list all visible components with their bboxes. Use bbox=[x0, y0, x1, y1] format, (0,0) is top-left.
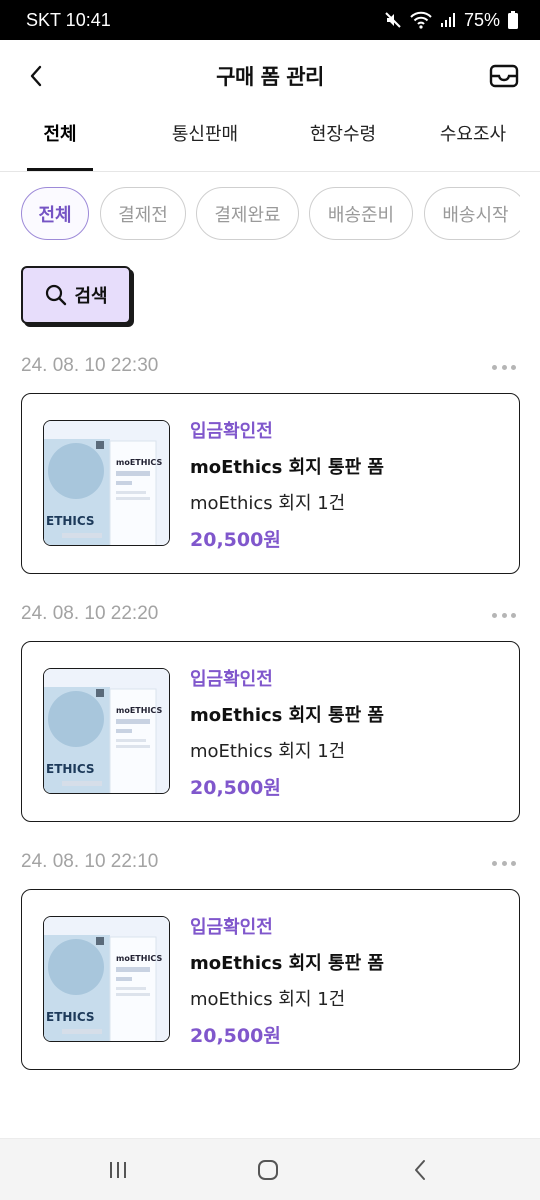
page-title: 구매 폼 관리 bbox=[216, 65, 324, 89]
order-status: 입금확인전 bbox=[190, 421, 273, 442]
chip-label: 전체 bbox=[38, 204, 72, 226]
tab-demand-survey[interactable]: 수요조사 bbox=[428, 120, 518, 170]
svg-text:moETHICS: moETHICS bbox=[116, 458, 162, 467]
chip-label: 결제완료 bbox=[214, 204, 281, 226]
recent-apps-button[interactable] bbox=[98, 1153, 138, 1187]
order-price: 20,500원 bbox=[190, 1025, 281, 1047]
back-button[interactable] bbox=[18, 56, 54, 96]
book-cover-image: moETHICS ETHICS bbox=[43, 668, 170, 794]
more-options-button[interactable] bbox=[492, 357, 516, 377]
svg-text:moETHICS: moETHICS bbox=[116, 706, 162, 715]
tab-mail-order[interactable]: 통신판매 bbox=[150, 120, 260, 170]
tab-active-indicator bbox=[27, 168, 93, 171]
svg-text:ETHICS: ETHICS bbox=[46, 1010, 95, 1024]
more-horizontal-icon bbox=[492, 860, 497, 866]
chevron-left-icon bbox=[30, 65, 42, 87]
tab-onsite-pickup[interactable]: 현장수령 bbox=[288, 120, 398, 170]
order-status: 입금확인전 bbox=[190, 669, 273, 690]
home-icon bbox=[258, 1160, 278, 1180]
tab-label: 전체 bbox=[43, 124, 77, 145]
status-bar: SKT 10:41 75% bbox=[0, 0, 540, 40]
inbox-icon bbox=[489, 64, 519, 88]
chip-label: 배송시작 bbox=[442, 204, 509, 226]
filter-chip-shipping-started[interactable]: 배송시작 bbox=[424, 187, 520, 240]
order-timestamp: 24. 08. 10 22:30 bbox=[21, 355, 159, 376]
order-timestamp: 24. 08. 10 22:10 bbox=[21, 851, 159, 872]
tab-label: 통신판매 bbox=[171, 124, 239, 145]
filter-chips: 전체 결제전 결제완료 배송준비 배송시작 bbox=[21, 187, 520, 241]
tab-all[interactable]: 전체 bbox=[27, 120, 93, 171]
status-carrier-time: SKT 10:41 bbox=[26, 9, 111, 30]
search-label: 검색 bbox=[74, 286, 108, 307]
battery-percent: 75% bbox=[463, 9, 500, 30]
book-cover-image: moETHICS ETHICS bbox=[43, 916, 170, 1042]
order-details: 입금확인전 moEthics 회지 통판 폼 moEthics 회지 1건 20… bbox=[190, 414, 384, 558]
order-price: 20,500원 bbox=[190, 777, 281, 799]
svg-text:ETHICS: ETHICS bbox=[46, 762, 95, 776]
order-price: 20,500원 bbox=[190, 529, 281, 551]
order-group: 24. 08. 10 22:20 moETHICS ETHICS 입금확인전 m… bbox=[21, 599, 520, 822]
system-nav-bar bbox=[0, 1138, 540, 1200]
inbox-button[interactable] bbox=[484, 56, 524, 96]
tab-label: 현장수령 bbox=[309, 124, 377, 145]
more-horizontal-icon bbox=[492, 364, 497, 370]
chip-label: 결제전 bbox=[118, 204, 168, 226]
system-back-button[interactable] bbox=[400, 1153, 440, 1187]
order-details: 입금확인전 moEthics 회지 통판 폼 moEthics 회지 1건 20… bbox=[190, 662, 384, 806]
filter-chip-all[interactable]: 전체 bbox=[21, 187, 89, 240]
order-item: moEthics 회지 1건 bbox=[190, 989, 346, 1010]
filter-chip-payment-complete[interactable]: 결제완료 bbox=[196, 187, 299, 240]
order-card[interactable]: moETHICS ETHICS 입금확인전 moEthics 회지 통판 폼 m… bbox=[21, 393, 520, 574]
home-button[interactable] bbox=[248, 1153, 288, 1187]
tab-label: 수요조사 bbox=[439, 124, 507, 145]
recent-apps-icon bbox=[110, 1162, 126, 1178]
svg-text:moETHICS: moETHICS bbox=[116, 954, 162, 963]
order-card[interactable]: moETHICS ETHICS 입금확인전 moEthics 회지 통판 폼 m… bbox=[21, 641, 520, 822]
order-card[interactable]: moETHICS ETHICS 입금확인전 moEthics 회지 통판 폼 m… bbox=[21, 889, 520, 1070]
filter-chip-preparing-shipment[interactable]: 배송준비 bbox=[309, 187, 413, 240]
order-item: moEthics 회지 1건 bbox=[190, 741, 346, 762]
svg-text:ETHICS: ETHICS bbox=[46, 514, 95, 528]
order-details: 입금확인전 moEthics 회지 통판 폼 moEthics 회지 1건 20… bbox=[190, 910, 384, 1054]
order-group: 24. 08. 10 22:10 moETHICS ETHICS 입금확인전 m… bbox=[21, 847, 520, 1070]
more-horizontal-icon bbox=[492, 612, 497, 618]
order-status: 입금확인전 bbox=[190, 917, 273, 938]
signal-icon bbox=[440, 13, 455, 27]
filter-chip-before-payment[interactable]: 결제전 bbox=[100, 187, 186, 240]
back-icon bbox=[415, 1160, 425, 1180]
app-header: 구매 폼 관리 bbox=[0, 40, 540, 112]
book-cover-image: moETHICS ETHICS bbox=[43, 420, 170, 546]
chip-label: 배송준비 bbox=[327, 204, 395, 226]
order-form-title: moEthics 회지 통판 폼 bbox=[190, 953, 384, 974]
order-item: moEthics 회지 1건 bbox=[190, 493, 346, 514]
more-options-button[interactable] bbox=[492, 853, 516, 873]
battery-icon bbox=[508, 11, 518, 29]
order-form-title: moEthics 회지 통판 폼 bbox=[190, 705, 384, 726]
order-group: 24. 08. 10 22:30 moETHICS ETHICS 입금확인전 m… bbox=[21, 351, 520, 574]
tab-bar: 전체 통신판매 현장수령 수요조사 bbox=[0, 112, 540, 172]
wifi-icon bbox=[410, 11, 432, 29]
order-timestamp: 24. 08. 10 22:20 bbox=[21, 603, 159, 624]
order-form-title: moEthics 회지 통판 폼 bbox=[190, 457, 384, 478]
search-button[interactable]: 검색 bbox=[21, 266, 131, 324]
more-options-button[interactable] bbox=[492, 605, 516, 625]
mute-icon bbox=[385, 12, 401, 28]
search-icon bbox=[46, 284, 67, 306]
status-icons: 75% bbox=[384, 10, 518, 31]
